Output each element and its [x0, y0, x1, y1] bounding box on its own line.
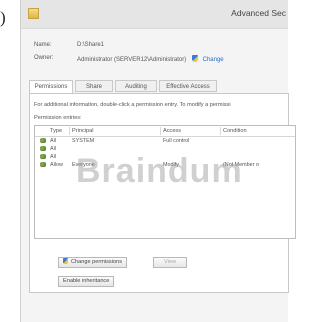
column-separator: [160, 127, 161, 135]
change-permissions-button[interactable]: Change permissions: [58, 257, 127, 268]
owner-label: Owner:: [34, 55, 54, 61]
column-type[interactable]: Type: [50, 128, 62, 134]
margin-paren: ): [0, 8, 6, 27]
permission-entries-label: Permission entries:: [34, 115, 82, 121]
folder-icon: [28, 8, 39, 19]
name-label: Name:: [34, 42, 52, 48]
info-text: For additional information, double-click…: [34, 102, 231, 108]
row-type: All: [50, 146, 56, 152]
window-title: Advanced Sec: [231, 8, 286, 18]
column-access[interactable]: Access: [163, 128, 181, 134]
table-row[interactable]: All SYSTEM Full control: [35, 137, 295, 145]
user-group-icon: [40, 138, 46, 143]
row-access: Full control: [163, 138, 190, 144]
column-condition[interactable]: Condition: [223, 128, 247, 134]
titlebar[interactable]: Advanced Sec: [21, 0, 288, 29]
change-permissions-label: Change permissions: [71, 259, 122, 265]
grid-header: Type Principal Access Condition: [35, 126, 295, 137]
owner-value: Administrator (SERVER12\Administrator): [77, 57, 187, 63]
owner-value-wrap: Administrator (SERVER12\Administrator) C…: [77, 55, 224, 63]
enable-inheritance-button[interactable]: Enable inheritance: [58, 276, 115, 287]
column-separator: [69, 127, 70, 135]
row-type: Allow: [50, 162, 63, 168]
uac-shield-icon: [191, 55, 198, 62]
watermark-text: Braindum: [76, 152, 243, 190]
tab-share[interactable]: Share: [75, 80, 113, 92]
user-group-icon: [40, 154, 46, 159]
row-type: All: [50, 154, 56, 160]
column-separator: [220, 127, 221, 135]
view-button[interactable]: View: [153, 257, 187, 268]
advanced-security-window: Advanced Sec Name: D:\Share1 Owner: Admi…: [20, 0, 296, 322]
tab-effective-access[interactable]: Effective Access: [159, 80, 217, 92]
row-type: All: [50, 138, 56, 144]
permissions-panel: For additional information, double-click…: [29, 93, 296, 293]
user-group-icon: [40, 162, 46, 167]
user-group-icon: [40, 146, 46, 151]
name-value: D:\Share1: [77, 42, 105, 48]
column-principal[interactable]: Principal: [72, 128, 93, 134]
change-owner-link[interactable]: Change: [203, 57, 224, 63]
tab-permissions[interactable]: Permissions: [29, 80, 73, 94]
uac-shield-icon: [63, 258, 68, 264]
tab-auditing[interactable]: Auditing: [115, 80, 157, 92]
row-principal: SYSTEM: [72, 138, 95, 144]
